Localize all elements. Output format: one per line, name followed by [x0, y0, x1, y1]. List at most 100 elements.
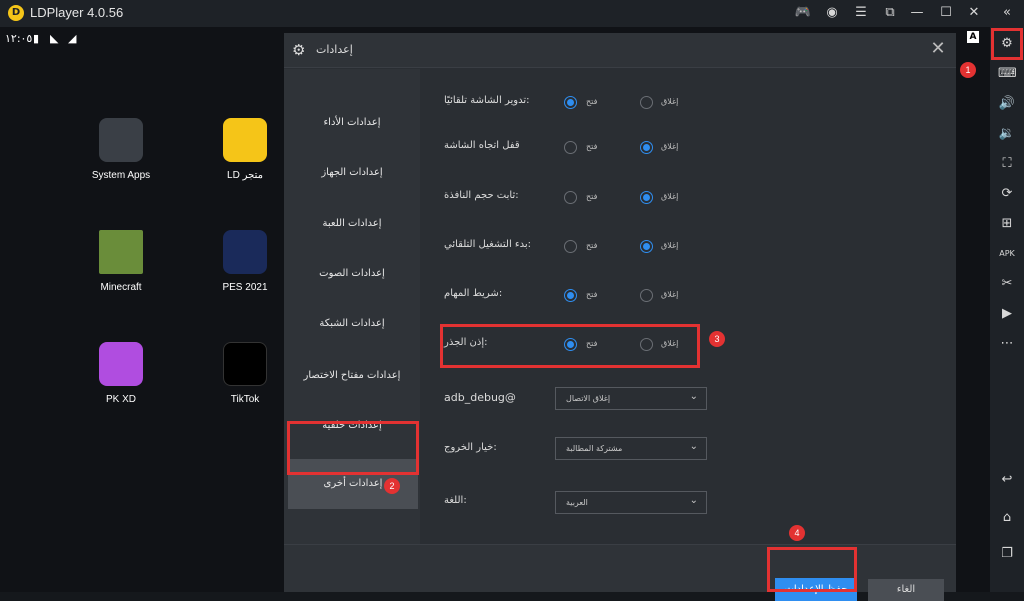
radio-open[interactable]: [564, 240, 577, 253]
ldplayer-logo-icon: D: [8, 5, 24, 21]
radio-open-label: فتح: [586, 192, 598, 201]
pk-xd-icon: [99, 342, 143, 386]
video-record-icon[interactable]: ▶: [998, 305, 1016, 323]
option-row-lock-orientation: قفل اتجاه الشاشة فتح إغلاق: [432, 133, 832, 163]
rotate-icon[interactable]: ⟳: [998, 185, 1016, 203]
option-row-auto-rotate: تدوير الشاشة تلقائيًا: فتح إغلاق: [432, 88, 832, 118]
select-label: اللغة:: [444, 495, 467, 506]
chevron-down-icon: ⌄: [689, 495, 698, 506]
settings-sidebar: إعدادات الأداء إعدادات الجهاز إعدادات ال…: [284, 69, 420, 577]
option-label: بدء التشغيل التلقائي:: [444, 239, 532, 250]
volume-down-icon[interactable]: 🔉: [998, 125, 1016, 143]
exit-option-select[interactable]: مشتركة المطالبة ⌄: [555, 437, 707, 460]
option-row-autostart: بدء التشغيل التلقائي: فتح إغلاق: [432, 232, 832, 262]
radio-open-label: فتح: [586, 241, 598, 250]
window-title: LDPlayer 4.0.56: [30, 5, 124, 20]
settings-highlight-box: [991, 28, 1023, 60]
status-time: ١٢:٠٥: [5, 32, 33, 45]
radio-open[interactable]: [564, 191, 577, 204]
option-row-fixed-window-size: ثابت حجم النافذة: فتح إغلاق: [432, 183, 832, 213]
select-value: العربية: [566, 498, 588, 507]
radio-open-label: فتح: [586, 290, 598, 299]
radio-open-label: فتح: [586, 97, 598, 106]
back-icon[interactable]: ↩: [998, 471, 1016, 489]
radio-open-label: فتح: [586, 142, 598, 151]
home-icon[interactable]: ⌂: [998, 509, 1016, 527]
root-permission-highlight-box: [440, 324, 700, 368]
sidebar-item-network[interactable]: إعدادات الشبكة: [284, 307, 420, 341]
radio-close-label: إغلاق: [661, 290, 679, 299]
keyboard-indicator-icon: A: [967, 31, 979, 43]
select-value: مشتركة المطالبة: [566, 444, 623, 453]
radio-open[interactable]: [564, 141, 577, 154]
gamepad-icon[interactable]: 🎮: [794, 4, 812, 22]
option-label: تدوير الشاشة تلقائيًا:: [444, 95, 530, 106]
radio-close[interactable]: [640, 240, 653, 253]
pes-2021-icon: [223, 230, 267, 274]
battery-icon: ▮: [33, 32, 40, 45]
adb-debug-select[interactable]: إغلاق الاتصال ⌄: [555, 387, 707, 410]
sidebar-item-game[interactable]: إعدادات اللعبة: [284, 207, 420, 241]
radio-open[interactable]: [564, 96, 577, 109]
language-select[interactable]: العربية ⌄: [555, 491, 707, 514]
radio-open[interactable]: [564, 289, 577, 302]
app-pk-xd[interactable]: PK XD: [76, 342, 166, 405]
restore-icon[interactable]: ⧉: [881, 4, 899, 22]
radio-close-label: إغلاق: [661, 192, 679, 201]
sidebar-item-device[interactable]: إعدادات الجهاز: [284, 156, 420, 190]
app-ld-store[interactable]: LD متجر: [200, 118, 290, 181]
recent-apps-icon[interactable]: ❐: [998, 545, 1016, 563]
wifi-icon: ◢: [68, 32, 77, 45]
account-icon[interactable]: ◉: [823, 4, 841, 22]
select-label: خيار الخروج:: [444, 442, 497, 453]
option-label: شريط المهام:: [444, 288, 503, 299]
dialog-header: ⚙ إعدادات ✕: [284, 33, 956, 68]
app-minecraft[interactable]: Minecraft: [76, 230, 166, 293]
collapse-sidebar-icon[interactable]: «: [998, 4, 1016, 22]
apk-install-icon[interactable]: APK: [998, 245, 1016, 263]
chevron-down-icon: ⌄: [689, 391, 698, 402]
volume-up-icon[interactable]: 🔊: [998, 95, 1016, 113]
radio-close[interactable]: [640, 191, 653, 204]
settings-icon: ⚙: [292, 41, 306, 59]
right-toolbar: ⚙ ⌨ 🔊 🔉 ⛶ ⟳ ⊞ APK ✂ ▶ ⋯ ↩ ⌂ ❐: [990, 27, 1024, 592]
radio-close[interactable]: [640, 141, 653, 154]
add-window-icon[interactable]: ⊞: [998, 215, 1016, 233]
annotation-badge-4: 4: [789, 525, 805, 541]
maximize-icon[interactable]: ☐: [937, 4, 955, 22]
keyboard-icon[interactable]: ⌨: [998, 65, 1017, 83]
annotation-badge-3: 3: [709, 331, 725, 347]
minimize-icon[interactable]: —: [908, 4, 926, 22]
menu-icon[interactable]: ☰: [852, 4, 870, 22]
radio-close[interactable]: [640, 289, 653, 302]
option-label: قفل اتجاه الشاشة: [444, 140, 520, 151]
sidebar-item-shortcut[interactable]: إعدادات مفتاح الاختصار: [284, 359, 420, 393]
system-apps-icon: [99, 118, 143, 162]
no-signal-icon: ◣: [50, 32, 59, 45]
cancel-button[interactable]: الغاء: [868, 579, 944, 601]
close-window-icon[interactable]: ✕: [965, 4, 983, 22]
minecraft-icon: [99, 230, 143, 274]
dialog-title: إعدادات: [316, 43, 353, 56]
scissors-icon[interactable]: ✂: [998, 275, 1016, 293]
save-highlight-box: [767, 547, 857, 592]
sidebar-item-sound[interactable]: إعدادات الصوت: [284, 257, 420, 291]
annotation-badge-2: 2: [384, 478, 400, 494]
ld-store-icon: [223, 118, 267, 162]
radio-close[interactable]: [640, 96, 653, 109]
tiktok-icon: [223, 342, 267, 386]
radio-close-label: إغلاق: [661, 241, 679, 250]
close-dialog-icon[interactable]: ✕: [928, 39, 948, 59]
select-value: إغلاق الاتصال: [566, 394, 611, 403]
app-tiktok[interactable]: TikTok: [200, 342, 290, 405]
fullscreen-icon[interactable]: ⛶: [998, 155, 1016, 173]
app-system-apps[interactable]: System Apps: [76, 118, 166, 181]
more-icon[interactable]: ⋯: [998, 335, 1016, 353]
select-label: adb_debug@: [444, 391, 516, 404]
chevron-down-icon: ⌄: [689, 441, 698, 452]
title-bar: D LDPlayer 4.0.56 🎮 ◉ ☰ ⧉ — ☐ ✕ «: [0, 0, 1024, 27]
radio-close-label: إغلاق: [661, 97, 679, 106]
app-pes-2021[interactable]: PES 2021: [200, 230, 290, 293]
sidebar-highlight-box: [287, 421, 419, 475]
sidebar-item-performance[interactable]: إعدادات الأداء: [284, 106, 420, 140]
